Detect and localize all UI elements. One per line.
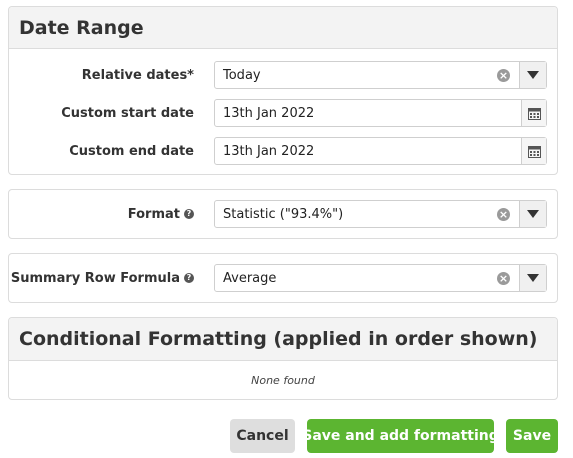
custom-end-label: Custom end date (69, 137, 194, 165)
cancel-button[interactable]: Cancel (230, 419, 295, 453)
dropdown-button[interactable] (519, 201, 546, 227)
help-icon[interactable]: ? (184, 273, 194, 283)
summary-formula-select[interactable]: Average × (214, 264, 547, 292)
custom-start-label-text: Custom start date (61, 105, 194, 121)
custom-start-row: Custom start date 13th Jan 2022 (9, 99, 557, 127)
calendar-button[interactable] (521, 138, 546, 164)
relative-dates-row: Relative dates* Today × (9, 61, 557, 89)
format-label-text: Format (127, 206, 180, 222)
chevron-down-icon (527, 274, 539, 282)
date-range-panel: Date Range Relative dates* Today × Custo… (8, 6, 558, 175)
relative-dates-label-text: Relative dates* (81, 67, 194, 83)
custom-start-label: Custom start date (61, 99, 194, 127)
summary-label: Summary Row Formula ? (11, 264, 194, 292)
format-panel: Format ? Statistic ("93.4%") × (8, 189, 558, 239)
date-range-title: Date Range (9, 7, 557, 49)
clear-icon[interactable]: × (497, 68, 510, 82)
chevron-down-icon (527, 71, 539, 79)
format-select[interactable]: Statistic ("93.4%") × (214, 200, 547, 228)
custom-end-date-input[interactable]: 13th Jan 2022 (214, 137, 547, 165)
dropdown-button[interactable] (519, 265, 546, 291)
save-button[interactable]: Save (506, 419, 558, 453)
dropdown-button[interactable] (519, 62, 546, 88)
relative-dates-label: Relative dates* (82, 61, 194, 89)
empty-message: None found (251, 374, 315, 387)
summary-panel: Summary Row Formula ? Average × (8, 253, 558, 303)
relative-dates-value: Today (223, 67, 261, 83)
custom-start-date-input[interactable]: 13th Jan 2022 (214, 99, 547, 127)
custom-end-value: 13th Jan 2022 (223, 143, 315, 159)
save-and-add-formatting-button[interactable]: Save and add formatting (302, 419, 499, 453)
calendar-icon (527, 107, 541, 120)
chevron-down-icon (527, 210, 539, 218)
custom-start-value: 13th Jan 2022 (223, 105, 315, 121)
summary-value: Average (223, 270, 277, 286)
clear-icon[interactable]: × (497, 271, 510, 285)
summary-label-text: Summary Row Formula (10, 270, 180, 286)
format-row: Format ? Statistic ("93.4%") × (9, 200, 557, 228)
calendar-button[interactable] (521, 100, 546, 126)
format-value: Statistic ("93.4%") (223, 206, 344, 222)
clear-icon[interactable]: × (497, 207, 510, 221)
relative-dates-select[interactable]: Today × (214, 61, 547, 89)
help-icon[interactable]: ? (184, 209, 194, 219)
summary-row: Summary Row Formula ? Average × (9, 264, 557, 292)
conditional-formatting-title: Conditional Formatting (applied in order… (9, 318, 557, 361)
format-label: Format ? (128, 200, 194, 228)
conditional-formatting-panel: Conditional Formatting (applied in order… (8, 317, 558, 400)
custom-end-row: Custom end date 13th Jan 2022 (9, 137, 557, 165)
custom-end-label-text: Custom end date (69, 143, 194, 159)
calendar-icon (527, 145, 541, 158)
